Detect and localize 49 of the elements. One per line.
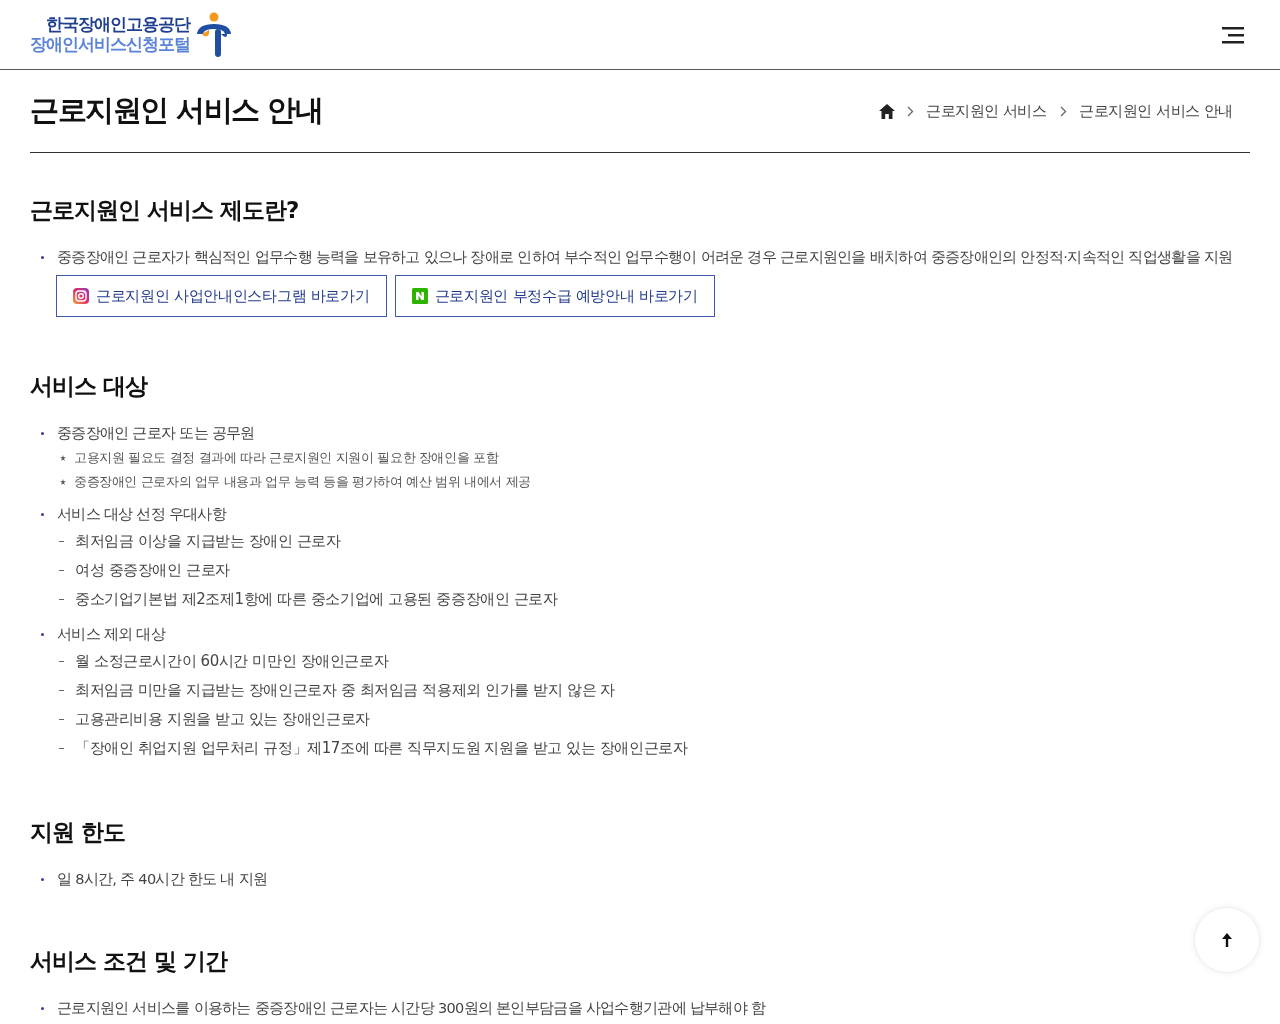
dash-icon: [59, 599, 64, 600]
dash-icon: [59, 570, 64, 571]
section-heading: 근로지원인 서비스 제도란?: [30, 196, 299, 225]
menu-icon: [1222, 25, 1244, 44]
chevron-right-icon: [907, 105, 915, 117]
dash-icon: [59, 748, 64, 749]
link-button[interactable]: 근로지원인 부정수급 예방안내 바로가기: [394, 275, 715, 317]
breadcrumb-link[interactable]: 근로지원인 서비스: [926, 101, 1047, 121]
sub-item: 중소기업기본법 제2조제1항에 따른 중소기업에 고용된 중증장애인 근로자: [75, 589, 558, 610]
note-text: 중증장애인 근로자의 업무 내용과 업무 능력 등을 평가하여 예산 범위 내에서 제공: [74, 473, 531, 491]
list-item: 근로지원인 서비스를 이용하는 중증장애인 근로자는 시간당 300원의 본인부담금을 사업수행기관에 납부해야 함: [57, 999, 766, 1018]
organization-name: 한국장애인고용공단: [46, 14, 190, 35]
bullet-icon: [41, 632, 44, 636]
note-text: 고용지원 필요도 결정 결과에 따라 근로지원인 지원이 필요한 장애인을 포함: [74, 449, 499, 467]
n-square-icon: [411, 288, 428, 304]
list-item: 서비스 대상 선정 우대사항: [57, 505, 227, 524]
sub-item: 최저임금 이상을 지급받는 장애인 근로자: [75, 531, 341, 552]
portal-name: 장애인서비스신청포털: [30, 34, 190, 55]
sub-item: 월 소정근로시간이 60시간 미만인 장애인근로자: [75, 651, 389, 672]
logo-icon: [194, 11, 234, 58]
bullet-icon: [41, 255, 44, 259]
list-item: 중증장애인 근로자 또는 공무원: [57, 424, 255, 443]
bullet-icon: [41, 512, 44, 516]
asterisk-icon: [60, 455, 66, 461]
breadcrumb-link[interactable]: 근로지원인 서비스 안내: [1079, 101, 1233, 121]
list-item: 서비스 제외 대상: [57, 625, 165, 644]
sub-item: 「장애인 취업지원 업무처리 규정」제17조에 따른 직무지도원 지원을 받고 있는 장애인근로자: [75, 738, 688, 759]
chevron-right-icon: [1060, 105, 1068, 117]
arrow-up-icon: [1221, 932, 1233, 948]
dash-icon: [59, 661, 64, 662]
dash-icon: [59, 690, 64, 691]
bullet-icon: [41, 877, 44, 881]
sub-item: 최저임금 미만을 지급받는 장애인근로자 중 최저임금 적용제외 인가를 받지 않은 자: [75, 680, 616, 701]
bullet-icon: [41, 1006, 44, 1010]
bullet-icon: [41, 431, 44, 435]
camera-icon: [73, 288, 89, 304]
page-title: 근로지원인 서비스 안내: [30, 92, 323, 129]
home-icon[interactable]: [879, 103, 896, 119]
list-item: 일 8시간, 주 40시간 한도 내 지원: [57, 870, 268, 889]
dash-icon: [59, 541, 64, 542]
asterisk-icon: [60, 479, 66, 485]
section-heading: 지원 한도: [30, 818, 125, 847]
section-heading: 서비스 조건 및 기간: [30, 947, 228, 976]
link-button[interactable]: 근로지원인 사업안내인스타그램 바로가기: [56, 275, 387, 317]
dash-icon: [59, 719, 64, 720]
list-item: 중증장애인 근로자가 핵심적인 업무수행 능력을 보유하고 있으나 장애로 인하여 부수적인 업무수행이 어려운 경우 근로지원인을 배치하여 중증장애인의 안정적·지속적인 직업생활을 지원: [57, 248, 1233, 267]
section-heading: 서비스 대상: [30, 372, 147, 401]
sub-item: 여성 중증장애인 근로자: [75, 560, 230, 581]
sub-item: 고용관리비용 지원을 받고 있는 장애인근로자: [75, 709, 370, 730]
